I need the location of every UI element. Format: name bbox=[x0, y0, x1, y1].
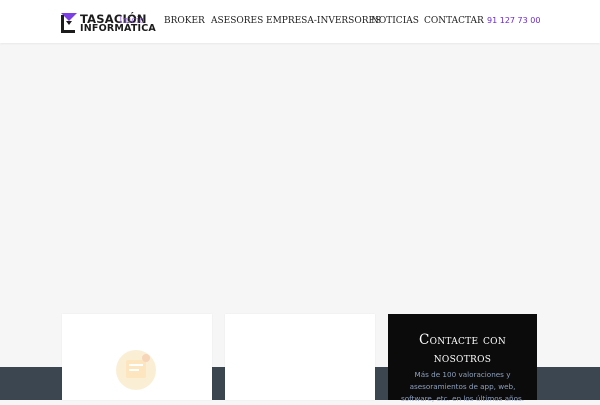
contact-card[interactable]: Contacte con nosotros Más de 100 valorac… bbox=[388, 314, 537, 403]
contact-title-line-2: nosotros bbox=[433, 350, 492, 366]
contact-title-line-1: Contacte con bbox=[418, 332, 507, 348]
nav-item-empresa-inversores[interactable]: EMPRESA-INVERSORES bbox=[266, 16, 381, 26]
contact-desc-line-3: software, etc. en los últimos años. bbox=[400, 394, 525, 403]
nav-item-noticias[interactable]: NOTICIAS bbox=[371, 16, 419, 26]
nav-item-contactar[interactable]: CONTACTAR bbox=[424, 16, 484, 26]
contact-desc-line-1: Más de 100 valoraciones y bbox=[414, 370, 511, 379]
nav-item-inicio[interactable]: Inicio bbox=[119, 16, 145, 26]
certificate-icon bbox=[116, 350, 156, 390]
feature-card-2[interactable] bbox=[225, 314, 375, 400]
phone-number-link[interactable]: 91 127 73 00 bbox=[487, 16, 540, 25]
feature-card-1[interactable] bbox=[62, 314, 212, 400]
contact-desc-line-2: asesoramientos de app, web, bbox=[409, 382, 516, 391]
contact-card-title: Contacte con nosotros bbox=[388, 331, 537, 367]
nav-item-asesores[interactable]: ASESORES bbox=[211, 16, 263, 26]
nav-item-broker[interactable]: BROKER bbox=[164, 16, 205, 26]
logo-mark-icon bbox=[61, 13, 77, 33]
logo-line-2: INFORMÁTICA bbox=[80, 23, 156, 34]
site-header: TASACIÓN INFORMÁTICA Inicio BROKER ASESO… bbox=[0, 0, 600, 43]
